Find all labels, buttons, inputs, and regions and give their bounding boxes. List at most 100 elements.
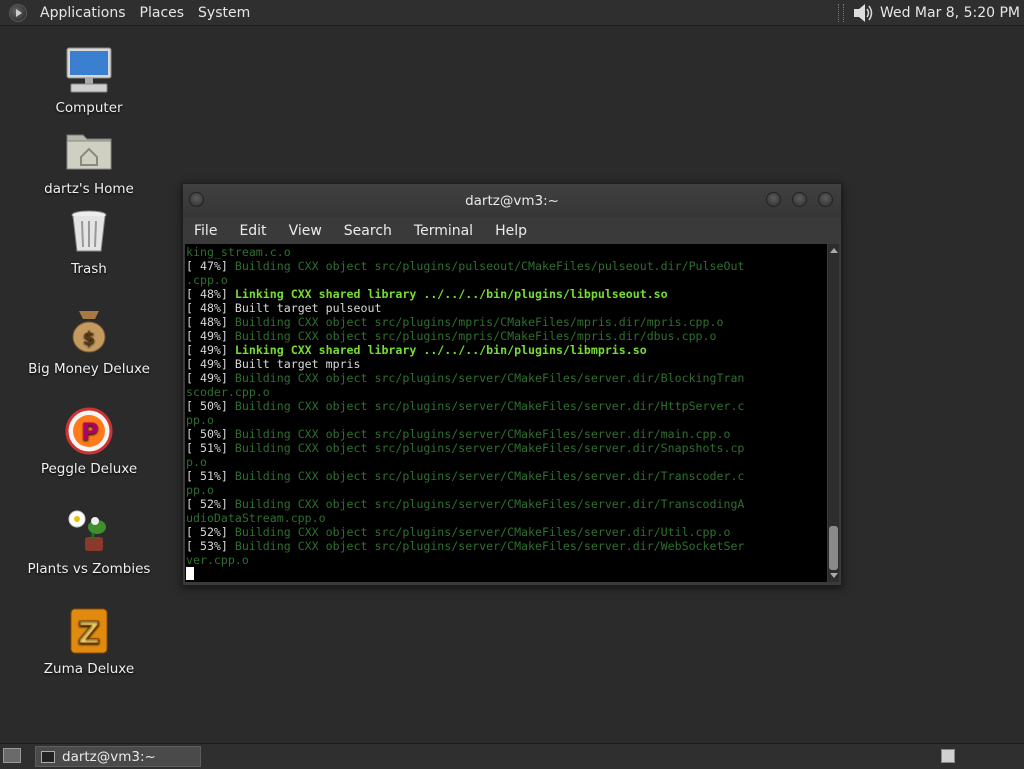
terminal-line: [ 51%] Building CXX object src/plugins/s…	[186, 441, 744, 455]
desktop-icon-big-money[interactable]: $ Big Money Deluxe	[24, 307, 154, 377]
desktop-icon-label: Computer	[55, 100, 123, 116]
terminal-line: [ 49%] Building CXX object src/plugins/m…	[186, 329, 744, 343]
menu-edit[interactable]: Edit	[228, 223, 277, 239]
desktop-icon-label: Big Money Deluxe	[28, 361, 150, 377]
line-text: Building CXX object src/plugins/server/C…	[234, 427, 731, 441]
terminal-cursor	[186, 567, 194, 580]
bottom-panel: dartz@vm3:~	[0, 743, 1024, 769]
menu-applications[interactable]: Applications	[33, 5, 133, 21]
terminal-line: [ 51%] Building CXX object src/plugins/s…	[186, 469, 744, 483]
line-text: Building CXX object src/plugins/server/C…	[234, 497, 745, 511]
line-text: king_stream.c.o	[186, 245, 291, 259]
terminal-line: [ 47%] Building CXX object src/plugins/p…	[186, 259, 744, 273]
progress-prefix: [ 47%]	[186, 259, 235, 273]
line-text: Linking CXX shared library ../../../bin/…	[234, 343, 647, 357]
line-text: Building CXX object src/plugins/server/C…	[234, 441, 745, 455]
scroll-down-arrow-icon[interactable]	[830, 573, 838, 578]
show-desktop-icon[interactable]	[3, 748, 21, 763]
menu-system[interactable]: System	[191, 5, 257, 21]
progress-prefix: [ 51%]	[186, 441, 235, 455]
desktop-icon-pvz[interactable]: Plants vs Zombies	[24, 507, 154, 577]
line-text: Building CXX object src/plugins/mpris/CM…	[234, 315, 724, 329]
line-text: Built target mpris	[234, 357, 361, 371]
progress-prefix: [ 52%]	[186, 525, 235, 539]
progress-prefix: [ 48%]	[186, 315, 235, 329]
workspace-switcher[interactable]	[941, 749, 955, 763]
top-panel: Applications Places System Wed Mar 8, 5:…	[0, 0, 1024, 26]
svg-text:$: $	[83, 328, 96, 349]
terminal-scrollbar[interactable]	[828, 244, 839, 582]
computer-icon	[65, 46, 113, 94]
line-text: udioDataStream.cpp.o	[186, 511, 326, 525]
terminal-line: [ 52%] Building CXX object src/plugins/s…	[186, 525, 744, 539]
minimize-icon[interactable]	[766, 192, 781, 207]
peggle-icon: P	[65, 407, 113, 455]
clock[interactable]: Wed Mar 8, 5:20 PM	[880, 5, 1020, 21]
terminal-line: [ 48%] Linking CXX shared library ../../…	[186, 287, 744, 301]
menu-view[interactable]: View	[278, 223, 333, 239]
scrollbar-thumb[interactable]	[829, 526, 838, 570]
home-folder-icon	[65, 127, 113, 175]
terminal-line: [ 48%] Built target pulseout	[186, 301, 744, 315]
desktop-icon-peggle[interactable]: P Peggle Deluxe	[24, 407, 154, 477]
terminal-line: king_stream.c.o	[186, 245, 744, 259]
window-titlebar[interactable]: dartz@vm3:~	[183, 184, 841, 217]
trash-icon	[65, 207, 113, 255]
desktop-icon-zuma[interactable]: Z Zuma Deluxe	[24, 607, 154, 677]
terminal-line: udioDataStream.cpp.o	[186, 511, 744, 525]
svg-text:Z: Z	[78, 616, 100, 651]
desktop-icon-label: Zuma Deluxe	[43, 661, 135, 677]
desktop-icon-label: Plants vs Zombies	[27, 561, 151, 577]
terminal-line: ver.cpp.o	[186, 553, 744, 567]
progress-prefix: [ 53%]	[186, 539, 235, 553]
line-text: Building CXX object src/plugins/server/C…	[234, 469, 745, 483]
desktop-icon-computer[interactable]: Computer	[24, 46, 154, 116]
gnome-foot-icon[interactable]	[9, 3, 27, 22]
taskbar-terminal-button[interactable]: dartz@vm3:~	[35, 746, 201, 767]
scroll-up-arrow-icon[interactable]	[830, 248, 838, 253]
progress-prefix: [ 48%]	[186, 287, 235, 301]
line-text: p.o	[186, 455, 207, 469]
progress-prefix: [ 48%]	[186, 301, 235, 315]
line-text: pp.o	[186, 413, 214, 427]
progress-prefix: [ 49%]	[186, 343, 235, 357]
panel-separator	[837, 3, 844, 22]
menu-search[interactable]: Search	[333, 223, 403, 239]
progress-prefix: [ 50%]	[186, 427, 235, 441]
menu-help[interactable]: Help	[484, 223, 538, 239]
terminal-icon	[41, 750, 55, 763]
progress-prefix: [ 49%]	[186, 371, 235, 385]
taskbar-label: dartz@vm3:~	[62, 748, 156, 765]
menu-places[interactable]: Places	[133, 5, 192, 21]
menu-terminal[interactable]: Terminal	[403, 223, 484, 239]
desktop-icon-label: Trash	[71, 261, 107, 277]
terminal-prompt-line	[186, 567, 744, 581]
line-text: Building CXX object src/plugins/pulseout…	[234, 259, 745, 273]
window-menu-icon[interactable]	[189, 192, 204, 207]
desktop-icon-label: dartz's Home	[44, 181, 134, 197]
desktop-icon-trash[interactable]: Trash	[24, 207, 154, 277]
close-icon[interactable]	[818, 192, 833, 207]
plants-vs-zombies-icon	[65, 507, 113, 555]
line-text: Built target pulseout	[234, 301, 382, 315]
terminal-line: [ 52%] Building CXX object src/plugins/s…	[186, 497, 744, 511]
desktop-icon-home[interactable]: dartz's Home	[24, 127, 154, 197]
line-text: Building CXX object src/plugins/mpris/CM…	[234, 329, 717, 343]
money-bag-icon: $	[65, 307, 113, 355]
terminal-line: .cpp.o	[186, 273, 744, 287]
volume-icon[interactable]	[852, 3, 874, 23]
line-text: scoder.cpp.o	[186, 385, 270, 399]
progress-prefix: [ 51%]	[186, 469, 235, 483]
panel-tray: Wed Mar 8, 5:20 PM	[837, 0, 1024, 25]
progress-prefix: [ 50%]	[186, 399, 235, 413]
window-title: dartz@vm3:~	[465, 192, 559, 209]
terminal-window[interactable]: dartz@vm3:~ File Edit View Search Termin…	[182, 183, 842, 586]
progress-prefix: [ 52%]	[186, 497, 235, 511]
line-text: Building CXX object src/plugins/server/C…	[234, 539, 745, 553]
desktop-icon-label: Peggle Deluxe	[40, 461, 138, 477]
terminal-output[interactable]: king_stream.c.o[ 47%] Building CXX objec…	[185, 244, 827, 582]
maximize-icon[interactable]	[792, 192, 807, 207]
terminal-line: [ 49%] Building CXX object src/plugins/s…	[186, 371, 744, 385]
svg-text:P: P	[81, 418, 99, 446]
menu-file[interactable]: File	[183, 223, 228, 239]
